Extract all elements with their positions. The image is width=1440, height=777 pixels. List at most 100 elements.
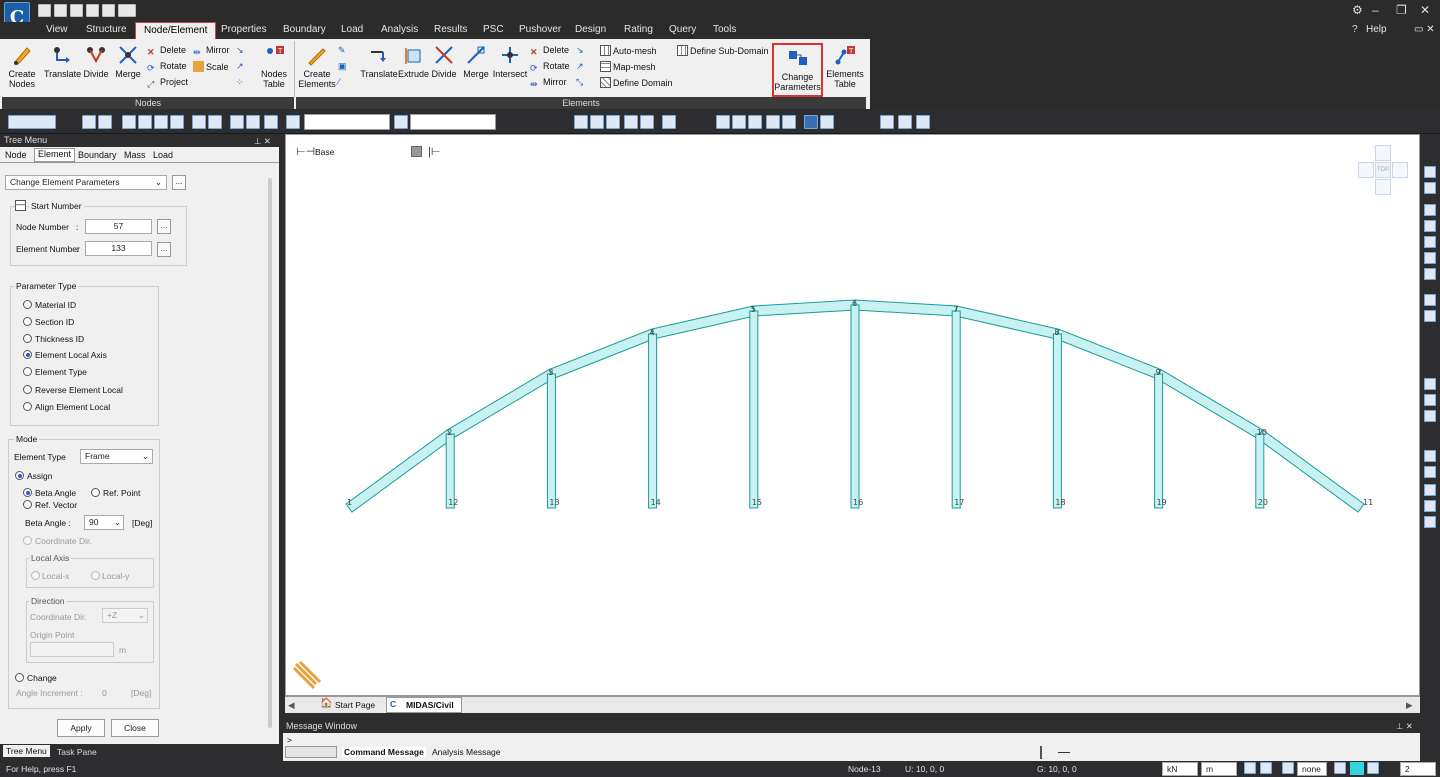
right-tool-5-icon[interactable]: [1424, 236, 1436, 248]
right-tool-1-icon[interactable]: [1424, 166, 1436, 178]
select-icon[interactable]: [122, 115, 136, 129]
tab-scroll-left-icon[interactable]: ◀: [288, 700, 295, 711]
snap-icon[interactable]: [1244, 762, 1256, 774]
radio-local-x[interactable]: [31, 571, 40, 580]
message-splitter[interactable]: [1040, 746, 1042, 759]
tab-start-page[interactable]: Start Page: [335, 700, 375, 710]
tab-element[interactable]: Element: [34, 148, 76, 162]
radio-material-id[interactable]: [23, 300, 32, 309]
function-more-button[interactable]: ...: [172, 175, 186, 190]
function-select[interactable]: Change Element Parameters ⌄: [5, 175, 167, 190]
column-member[interactable]: [850, 304, 860, 509]
element-tool-c-icon[interactable]: ⁄: [338, 77, 340, 87]
collapse-icon[interactable]: —: [15, 200, 26, 211]
intersect-button[interactable]: Intersect: [492, 44, 528, 79]
monitor-icon[interactable]: [766, 115, 780, 129]
arch-member[interactable]: [345, 429, 454, 513]
element-tool-d-icon[interactable]: ↘: [576, 45, 584, 56]
column-member[interactable]: [1052, 333, 1062, 509]
tab-command-message[interactable]: Command Message: [342, 747, 426, 757]
delete-elements-button[interactable]: ✕ Delete: [530, 45, 569, 58]
arch-member[interactable]: [1155, 369, 1264, 439]
display-icon[interactable]: [748, 115, 762, 129]
menu-psc[interactable]: PSC: [483, 24, 504, 35]
page-field[interactable]: 2: [1400, 762, 1436, 776]
pointer-2-icon[interactable]: [394, 115, 408, 129]
menu-pushover[interactable]: Pushover: [519, 24, 561, 35]
print-icon[interactable]: [102, 4, 115, 17]
radio-thickness-id[interactable]: [23, 334, 32, 343]
radio-coordinate-dir[interactable]: [23, 536, 32, 545]
view-front-icon[interactable]: [574, 115, 588, 129]
column-member[interactable]: [546, 373, 556, 509]
element-tool-e-icon[interactable]: ↗: [576, 61, 584, 72]
right-tool-8-icon[interactable]: [1424, 294, 1436, 306]
minimize-icon[interactable]: –: [1372, 3, 1379, 17]
right-tool-6-icon[interactable]: [1424, 252, 1436, 264]
restore-icon[interactable]: ❐: [1396, 3, 1407, 17]
toolbar-icon-2[interactable]: [98, 115, 112, 129]
lock-icon[interactable]: [898, 115, 912, 129]
zoom-fit-icon[interactable]: [716, 115, 730, 129]
tab-scroll-right-icon[interactable]: ▶: [1406, 700, 1413, 711]
element-tool-f-icon[interactable]: ⤡: [576, 77, 583, 88]
element-number-toggle-icon[interactable]: [820, 115, 834, 129]
tab-boundary[interactable]: Boundary: [78, 150, 117, 160]
toolbar-icon-1[interactable]: [82, 115, 96, 129]
view-side-icon[interactable]: [590, 115, 604, 129]
close-button[interactable]: Close: [111, 719, 159, 737]
zoom-plus-icon[interactable]: [1424, 484, 1436, 496]
element-tool-b-icon[interactable]: ▣: [338, 61, 347, 72]
arch-member[interactable]: [650, 305, 756, 340]
radio-section-id[interactable]: [23, 317, 32, 326]
mirror-elements-button[interactable]: ⇹ Mirror: [530, 77, 567, 90]
command-prompt[interactable]: >: [287, 735, 292, 745]
unselect-icon[interactable]: [230, 115, 244, 129]
unselect-window-icon[interactable]: [246, 115, 260, 129]
divide-nodes-button[interactable]: Divide: [82, 44, 110, 79]
tree-menu-scrollbar[interactable]: [268, 178, 272, 728]
zoom-fit-right-icon[interactable]: [1424, 516, 1436, 528]
menu-tools[interactable]: Tools: [713, 24, 736, 35]
tab-node[interactable]: Node: [5, 150, 27, 160]
radio-beta-angle[interactable]: [23, 488, 32, 497]
message-nav-buttons[interactable]: [285, 746, 337, 758]
view-top-icon[interactable]: [606, 115, 620, 129]
new-file-icon[interactable]: [38, 4, 51, 17]
select-polygon-icon[interactable]: [154, 115, 168, 129]
menu-query[interactable]: Query: [669, 24, 696, 35]
change-parameters-button[interactable]: Change Parameters: [772, 43, 823, 97]
monitor-2-icon[interactable]: [782, 115, 796, 129]
column-member[interactable]: [749, 310, 759, 509]
column-member[interactable]: [445, 433, 455, 509]
view-iso-icon[interactable]: [640, 115, 654, 129]
select-combo-2[interactable]: [410, 114, 496, 130]
copy-view-icon[interactable]: [880, 115, 894, 129]
rotate-nodes-button[interactable]: ⟳ Rotate: [147, 61, 187, 74]
radio-element-local-axis[interactable]: [23, 350, 32, 359]
zoom-minus-icon[interactable]: [1424, 500, 1436, 512]
node-tool-b-icon[interactable]: ↗: [236, 61, 244, 72]
radio-local-y[interactable]: [91, 571, 100, 580]
force-unit-select[interactable]: kN: [1162, 762, 1198, 776]
node-number-more-button[interactable]: ...: [157, 219, 171, 234]
right-tool-3-icon[interactable]: [1424, 204, 1436, 216]
menu-rating[interactable]: Rating: [624, 24, 653, 35]
rotate-view-icon[interactable]: [1424, 410, 1436, 422]
element-number-field[interactable]: 133: [85, 241, 152, 256]
delete-nodes-button[interactable]: ✕ Delete: [147, 45, 186, 58]
undo-redo-icon[interactable]: [8, 115, 56, 129]
create-nodes-button[interactable]: Create Nodes: [4, 44, 40, 89]
radio-ref-vector[interactable]: [23, 500, 32, 509]
menu-load[interactable]: Load: [341, 24, 363, 35]
settings-icon[interactable]: ⚙: [1352, 3, 1363, 17]
tab-task-pane[interactable]: Task Pane: [57, 747, 97, 757]
map-mesh-button[interactable]: Map-mesh: [600, 61, 656, 72]
select-window-icon[interactable]: [138, 115, 152, 129]
tab-load[interactable]: Load: [153, 150, 173, 160]
help-icon[interactable]: ?: [1352, 24, 1358, 35]
pointer-icon[interactable]: [286, 115, 300, 129]
define-domain-button[interactable]: Define Domain: [600, 77, 673, 88]
auto-mesh-button[interactable]: Auto-mesh: [600, 45, 657, 56]
project-nodes-button[interactable]: ⤢ Project: [147, 77, 188, 90]
